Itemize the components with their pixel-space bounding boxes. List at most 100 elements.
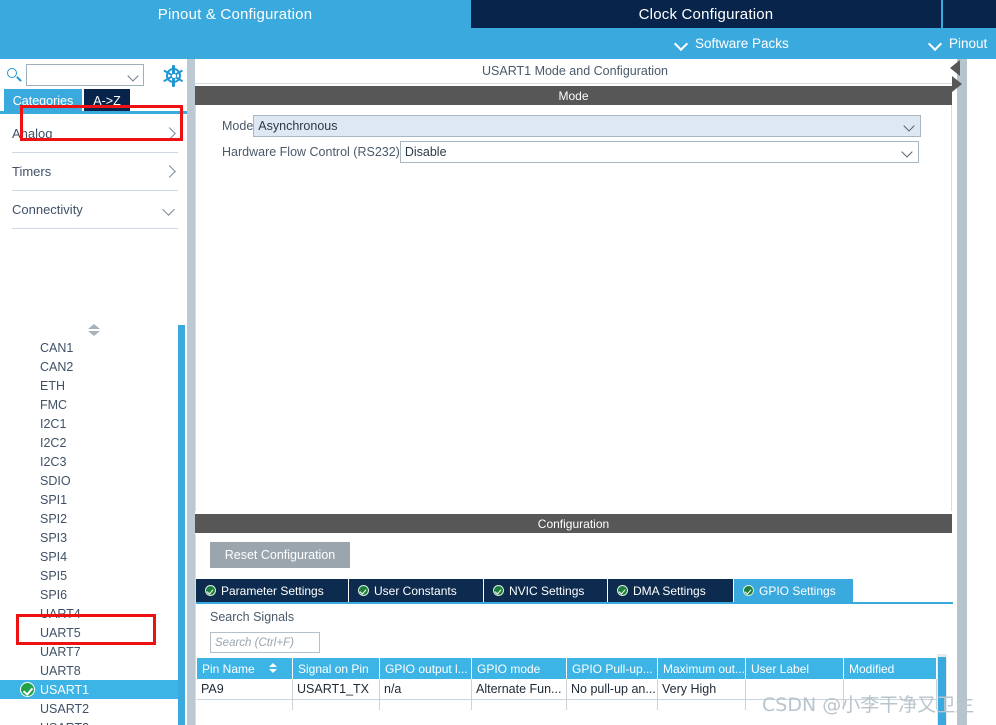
check-icon (743, 585, 754, 596)
sidebar-item-i2c1[interactable]: I2C1 (0, 414, 178, 433)
tab-a-to-z[interactable]: A->Z (84, 89, 130, 113)
sidebar-item-label: ETH (40, 378, 65, 393)
sidebar-tab-underline (0, 111, 190, 114)
tab-a-to-z-label: A->Z (93, 94, 121, 108)
table-header-label: Modified (849, 661, 895, 676)
sidebar-scrollbar[interactable] (178, 325, 185, 725)
sidebar-item-label: FMC (40, 397, 68, 412)
chevron-right-icon (164, 167, 174, 177)
table-header-label: User Label (751, 661, 810, 676)
table-header-gpio-pull-up[interactable]: GPIO Pull-up... (567, 658, 658, 679)
table-cell[interactable]: n/a (380, 679, 472, 700)
reset-configuration-button[interactable]: Reset Configuration (210, 542, 350, 568)
sidebar-item-can1[interactable]: CAN1 (0, 338, 178, 357)
mode-dropdown[interactable]: Asynchronous (253, 115, 922, 137)
category-group-analog[interactable]: Analog (12, 115, 178, 153)
sidebar-item-eth[interactable]: ETH (0, 376, 178, 395)
hardware-flow-control-value: Disable (404, 145, 447, 159)
sidebar-item-label: I2C2 (40, 435, 67, 450)
tab-clock-configuration[interactable]: Clock Configuration (471, 0, 941, 28)
tab-overflow[interactable] (943, 0, 996, 28)
search-icon (6, 67, 23, 84)
hardware-flow-control-dropdown[interactable]: Disable (399, 141, 919, 163)
table-cell[interactable] (380, 700, 472, 710)
sidebar-item-spi5[interactable]: SPI5 (0, 566, 178, 585)
signal-search-placeholder: Search (Ctrl+F) (215, 636, 294, 649)
sidebar-item-label: USART2 (40, 701, 90, 716)
sidebar-item-uart5[interactable]: UART5 (0, 623, 178, 642)
sidebar-item-label: I2C1 (40, 416, 67, 431)
sidebar-item-uart4[interactable]: UART4 (0, 604, 178, 623)
collapse-right-icon[interactable] (952, 76, 962, 92)
gear-icon[interactable] (163, 64, 184, 87)
sidebar-item-usart2[interactable]: USART2 (0, 699, 178, 718)
table-cell[interactable] (293, 700, 380, 710)
tab-gpio-settings[interactable]: GPIO Settings (734, 579, 854, 602)
tab-parameter-settings[interactable]: Parameter Settings (196, 579, 349, 602)
table-cell[interactable] (658, 700, 746, 710)
table-cell[interactable]: Very High (658, 679, 746, 700)
table-cell[interactable] (197, 700, 293, 710)
sidebar-item-i2c3[interactable]: I2C3 (0, 452, 178, 471)
table-header-modified[interactable]: Modified (844, 658, 937, 679)
table-cell[interactable]: No pull-up an... (567, 679, 658, 700)
tab-nvic-settings[interactable]: NVIC Settings (484, 579, 608, 602)
sort-arrow-icon[interactable] (269, 663, 278, 674)
list-scroll-arrows[interactable] (88, 324, 101, 338)
sidebar-item-spi4[interactable]: SPI4 (0, 547, 178, 566)
table-cell[interactable]: Alternate Fun... (472, 679, 567, 700)
sidebar-item-label: UART8 (40, 663, 81, 678)
category-connectivity-label: Connectivity (12, 202, 83, 217)
table-cell[interactable] (567, 700, 658, 710)
sidebar-item-usart3[interactable]: USART3 (0, 718, 178, 725)
table-header-maximum-out[interactable]: Maximum out... (658, 658, 746, 679)
tab-dma-settings[interactable]: DMA Settings (608, 579, 734, 602)
chevron-down-icon (930, 38, 941, 49)
signal-search-input[interactable]: Search (Ctrl+F) (210, 632, 320, 653)
menu-pinout[interactable]: Pinout (930, 28, 987, 59)
chevron-down-icon (164, 205, 174, 215)
table-header-gpio-output-l[interactable]: GPIO output l... (380, 658, 472, 679)
sidebar-tab-group: Categories A->Z (0, 89, 190, 113)
sidebar-item-label: SPI1 (40, 492, 68, 507)
table-header-label: GPIO mode (477, 661, 541, 676)
table-cell[interactable]: PA9 (197, 679, 293, 700)
tab-categories[interactable]: Categories (4, 89, 82, 113)
sidebar-item-spi1[interactable]: SPI1 (0, 490, 178, 509)
sidebar-item-i2c2[interactable]: I2C2 (0, 433, 178, 452)
tab-clock-label: Clock Configuration (638, 5, 774, 23)
category-group-connectivity[interactable]: Connectivity (12, 191, 178, 229)
collapse-left-icon[interactable] (950, 60, 960, 76)
hardware-flow-control-row: Hardware Flow Control (RS232) Disable (196, 141, 919, 163)
table-header-pin-name[interactable]: Pin Name (197, 658, 293, 679)
right-splitter[interactable] (957, 59, 967, 725)
tab-label: User Constants (374, 583, 457, 598)
sidebar-item-usart1[interactable]: USART1 (0, 680, 178, 699)
sidebar-item-sdio[interactable]: SDIO (0, 471, 178, 490)
chevron-down-icon[interactable] (127, 70, 139, 82)
reset-configuration-label: Reset Configuration (224, 548, 336, 562)
tab-pinout-configuration[interactable]: Pinout & Configuration (0, 0, 470, 28)
table-cell-value: Alternate Fun... (476, 682, 562, 696)
table-header-gpio-mode[interactable]: GPIO mode (472, 658, 567, 679)
sidebar-item-spi6[interactable]: SPI6 (0, 585, 178, 604)
sidebar-item-can2[interactable]: CAN2 (0, 357, 178, 376)
menu-software-packs[interactable]: Software Packs (676, 28, 789, 59)
sidebar-item-uart8[interactable]: UART8 (0, 661, 178, 680)
table-header-signal-on-pin[interactable]: Signal on Pin (293, 658, 380, 679)
table-header-user-label[interactable]: User Label (746, 658, 844, 679)
sidebar-item-label: I2C3 (40, 454, 67, 469)
table-cell-value: Very High (662, 682, 717, 696)
sidebar-item-spi3[interactable]: SPI3 (0, 528, 178, 547)
search-input[interactable] (26, 64, 144, 86)
tab-user-constants[interactable]: User Constants (349, 579, 484, 602)
left-splitter[interactable] (187, 59, 195, 725)
sidebar-item-fmc[interactable]: FMC (0, 395, 178, 414)
table-cell[interactable] (472, 700, 567, 710)
table-header-label: GPIO output l... (385, 661, 468, 676)
table-cell[interactable]: USART1_TX (293, 679, 380, 700)
sidebar-item-label: UART5 (40, 625, 81, 640)
category-group-timers[interactable]: Timers (12, 153, 178, 191)
sidebar-item-uart7[interactable]: UART7 (0, 642, 178, 661)
sidebar-item-spi2[interactable]: SPI2 (0, 509, 178, 528)
